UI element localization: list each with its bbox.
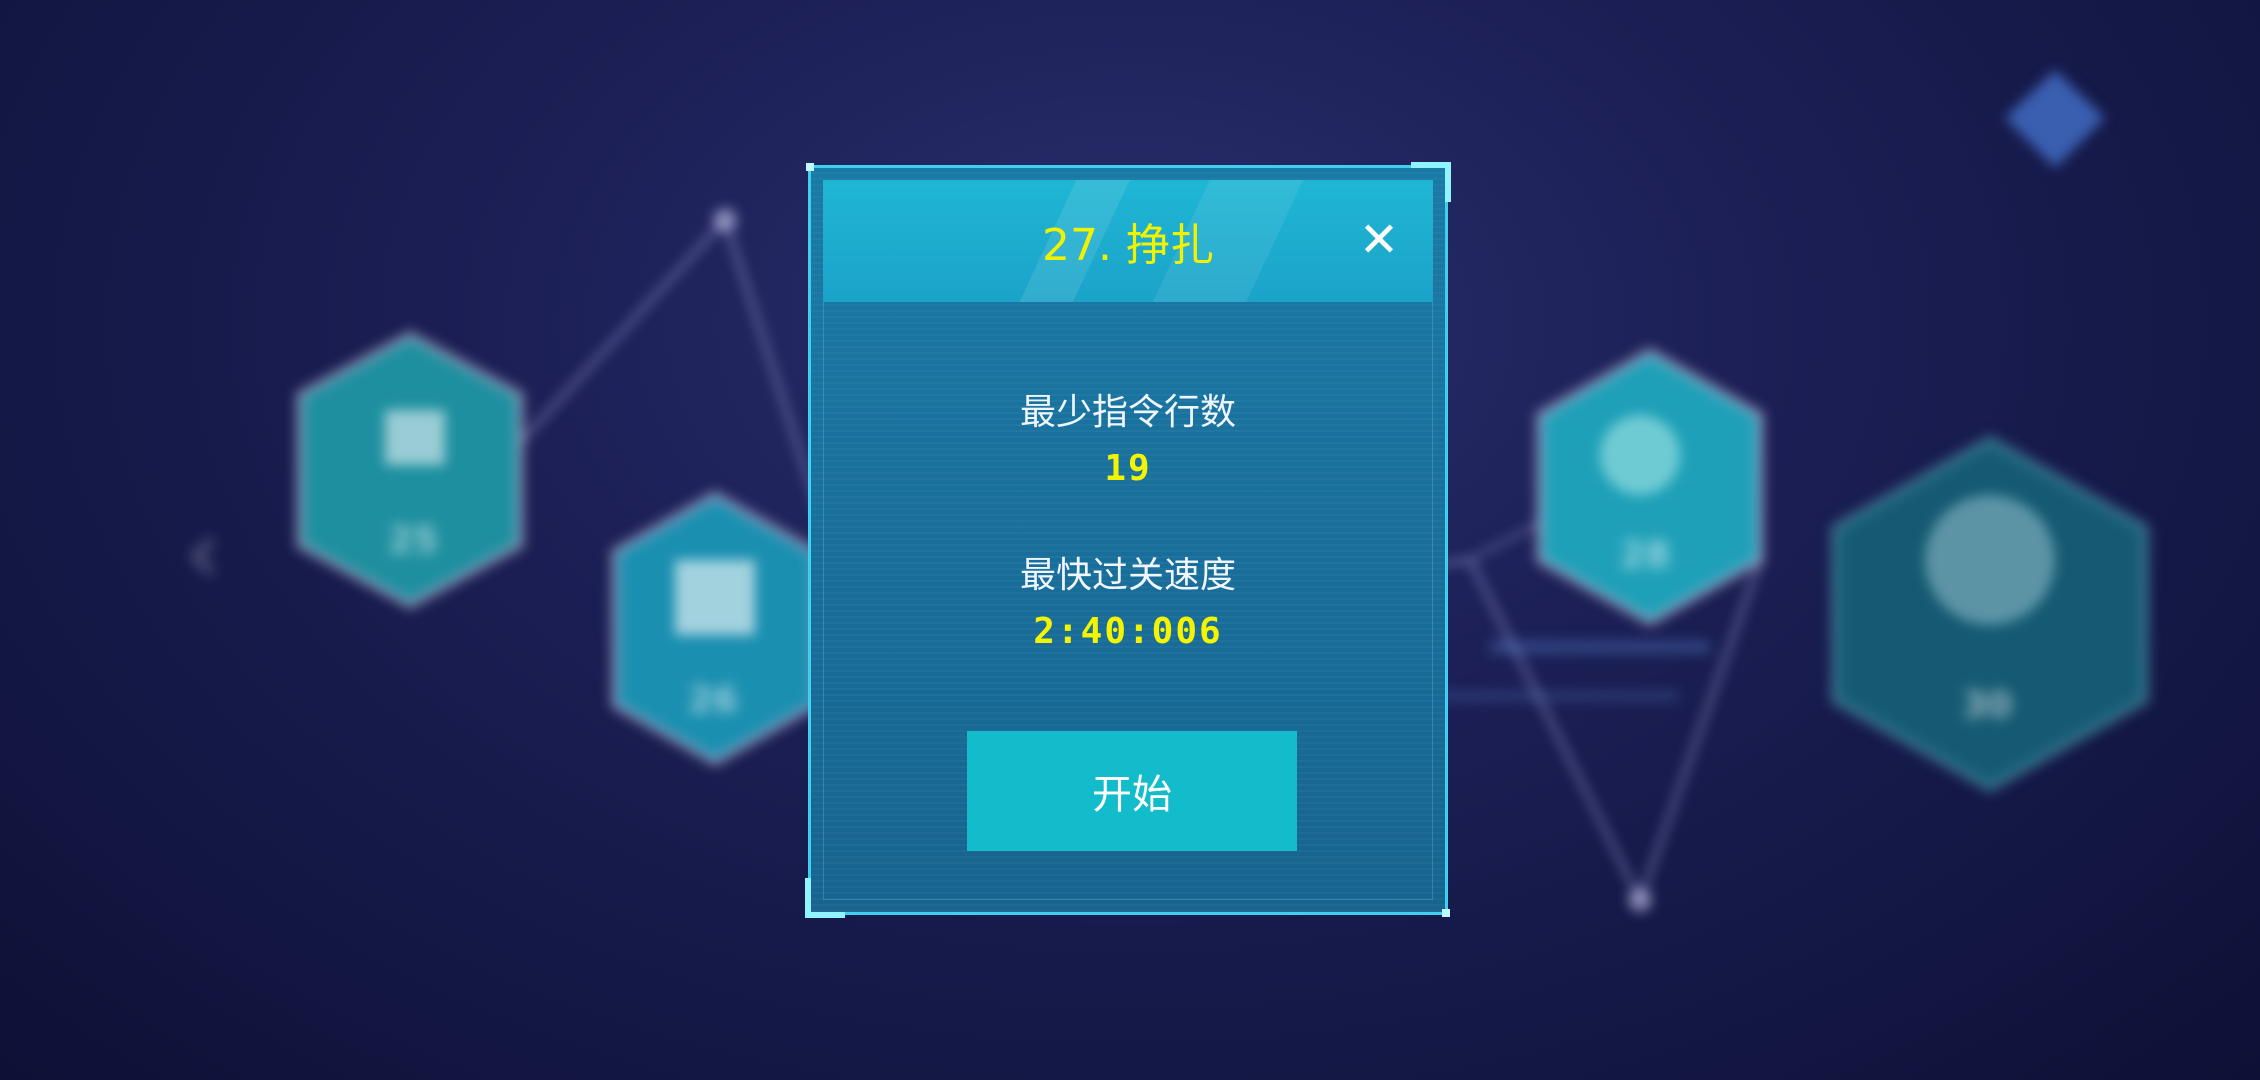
start-button[interactable]: 开始 [967, 731, 1297, 851]
level-26-label: 26 [688, 680, 739, 721]
level-info-dialog: 27. 挣扎 ✕ 最少指令行数 19 最快过关速度 2:40:006 开始 [805, 162, 1451, 918]
level-30-label: 30 [1962, 685, 2013, 726]
level-25-label: 25 [388, 520, 439, 561]
close-icon: ✕ [1358, 212, 1400, 268]
fastest-time-label: 最快过关速度 [1019, 555, 1236, 596]
level-title: 27. 挣扎 [1042, 220, 1214, 271]
min-lines-label: 最少指令行数 [1019, 392, 1236, 433]
dialog-header: 27. 挣扎 ✕ [823, 180, 1433, 302]
chevron-left-icon: ‹ [185, 500, 221, 605]
fastest-time-value: 2:40:006 [1033, 611, 1223, 652]
min-lines-value: 19 [1104, 448, 1152, 489]
corner-bracket-bottom-left [805, 878, 845, 918]
close-button[interactable]: ✕ [1355, 216, 1403, 264]
level-28-label: 28 [1620, 535, 1671, 576]
corner-dot-top-left [806, 163, 814, 171]
corner-dot-bottom-right [1442, 909, 1450, 917]
